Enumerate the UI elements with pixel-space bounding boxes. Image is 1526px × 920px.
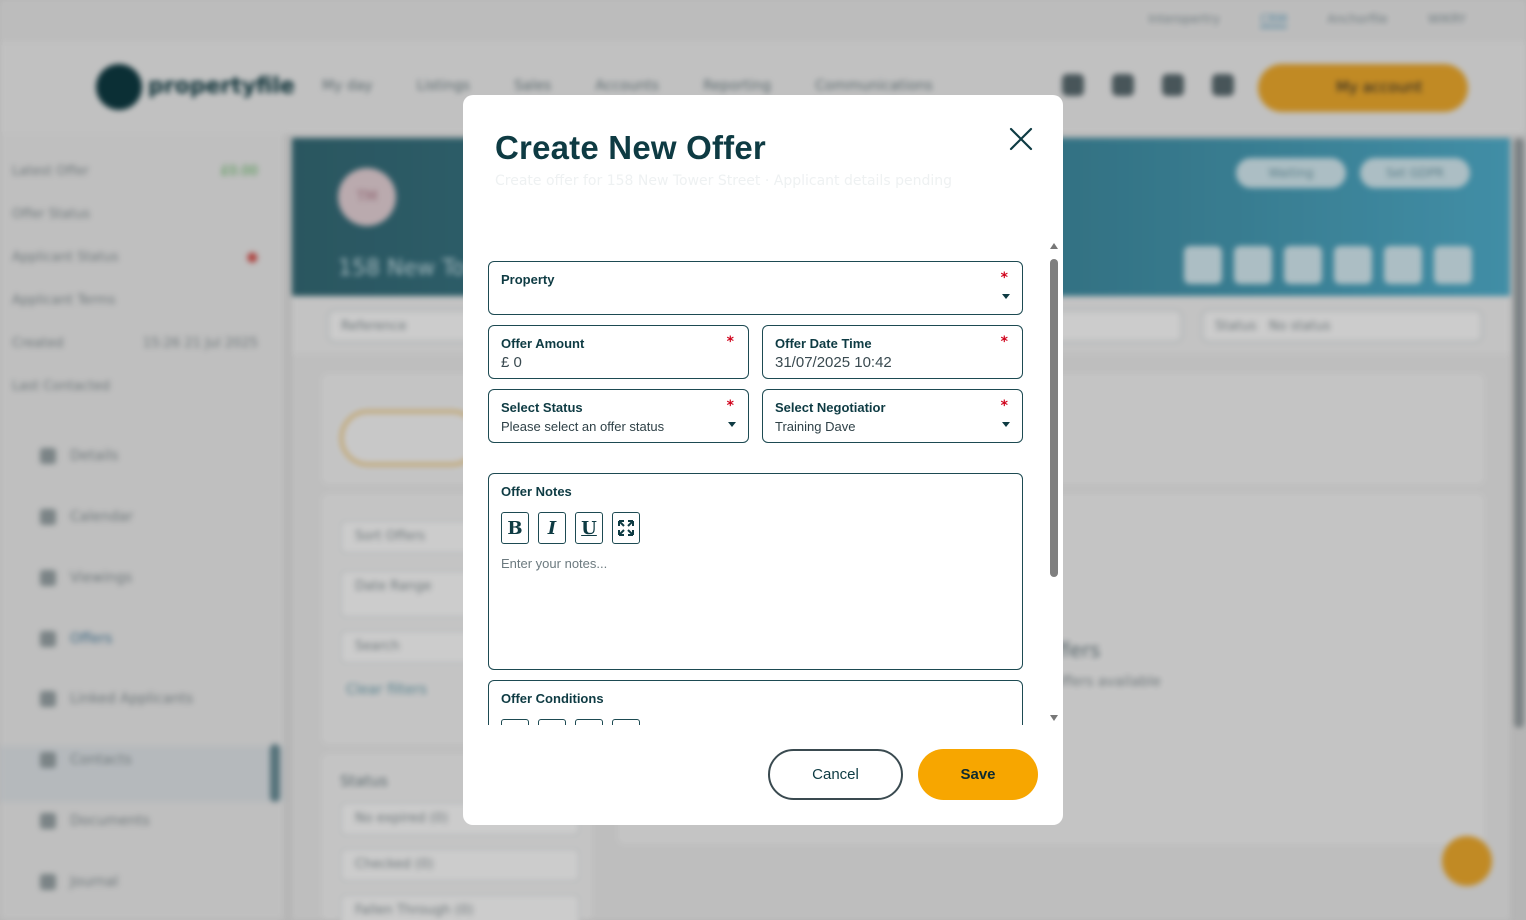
property-select[interactable]: Property * [488, 261, 1023, 315]
negotiator-value: Training Dave [775, 419, 856, 434]
chevron-down-icon [1002, 422, 1010, 427]
cancel-button[interactable]: Cancel [768, 749, 903, 800]
scrollbar-thumb[interactable] [1050, 259, 1058, 577]
offer-notes-editor[interactable]: Offer Notes B I U Enter your notes... [488, 473, 1023, 670]
offer-status-label: Select Status [501, 400, 583, 415]
modal-title: Create New Offer [495, 129, 766, 166]
offer-conditions-label: Offer Conditions [501, 691, 604, 706]
required-marker: * [1000, 334, 1008, 350]
required-marker: * [1000, 270, 1008, 286]
fullscreen-icon[interactable] [612, 512, 640, 544]
offer-datetime-label: Offer Date Time [775, 336, 872, 351]
close-icon[interactable] [1003, 121, 1039, 157]
editor-toolbar: B I U [501, 719, 640, 725]
negotiator-label: Select Negotiatior [775, 400, 886, 415]
offer-status-value: Please select an offer status [501, 419, 665, 434]
required-marker: * [726, 398, 734, 414]
save-button[interactable]: Save [918, 749, 1038, 800]
property-label: Property [501, 272, 555, 287]
modal-subtitle: Create offer for 158 New Tower Street · … [495, 173, 952, 189]
italic-button[interactable]: I [538, 719, 566, 725]
offer-conditions-editor[interactable]: Offer Conditions B I U [488, 680, 1023, 725]
scroll-up-arrow[interactable] [1050, 243, 1058, 249]
chevron-down-icon [1002, 294, 1010, 299]
bold-button[interactable]: B [501, 512, 529, 544]
editor-toolbar: B I U [501, 512, 640, 544]
offer-status-select[interactable]: Select Status * Please select an offer s… [488, 389, 749, 443]
italic-button[interactable]: I [538, 512, 566, 544]
scroll-down-arrow[interactable] [1050, 715, 1058, 721]
negotiator-select[interactable]: Select Negotiatior * Training Dave [762, 389, 1023, 443]
modal-scrollbar[interactable] [1049, 243, 1059, 721]
offer-datetime-field[interactable]: Offer Date Time * 31/07/2025 10:42 [762, 325, 1023, 379]
create-offer-modal: Create New Offer Create offer for 158 Ne… [463, 95, 1063, 825]
fullscreen-icon[interactable] [612, 719, 640, 725]
underline-button[interactable]: U [575, 719, 603, 725]
required-marker: * [726, 334, 734, 350]
offer-amount-label: Offer Amount [501, 336, 585, 351]
modal-form: Property * Offer Amount * £ 0 Offer Date… [487, 255, 1025, 725]
chevron-down-icon [728, 422, 736, 427]
offer-notes-label: Offer Notes [501, 484, 572, 499]
offer-notes-placeholder: Enter your notes... [501, 556, 608, 571]
offer-amount-field[interactable]: Offer Amount * £ 0 [488, 325, 749, 379]
bold-button[interactable]: B [501, 719, 529, 725]
underline-button[interactable]: U [575, 512, 603, 544]
offer-amount-value: £ 0 [501, 354, 522, 371]
required-marker: * [1000, 398, 1008, 414]
offer-datetime-value: 31/07/2025 10:42 [775, 354, 892, 371]
